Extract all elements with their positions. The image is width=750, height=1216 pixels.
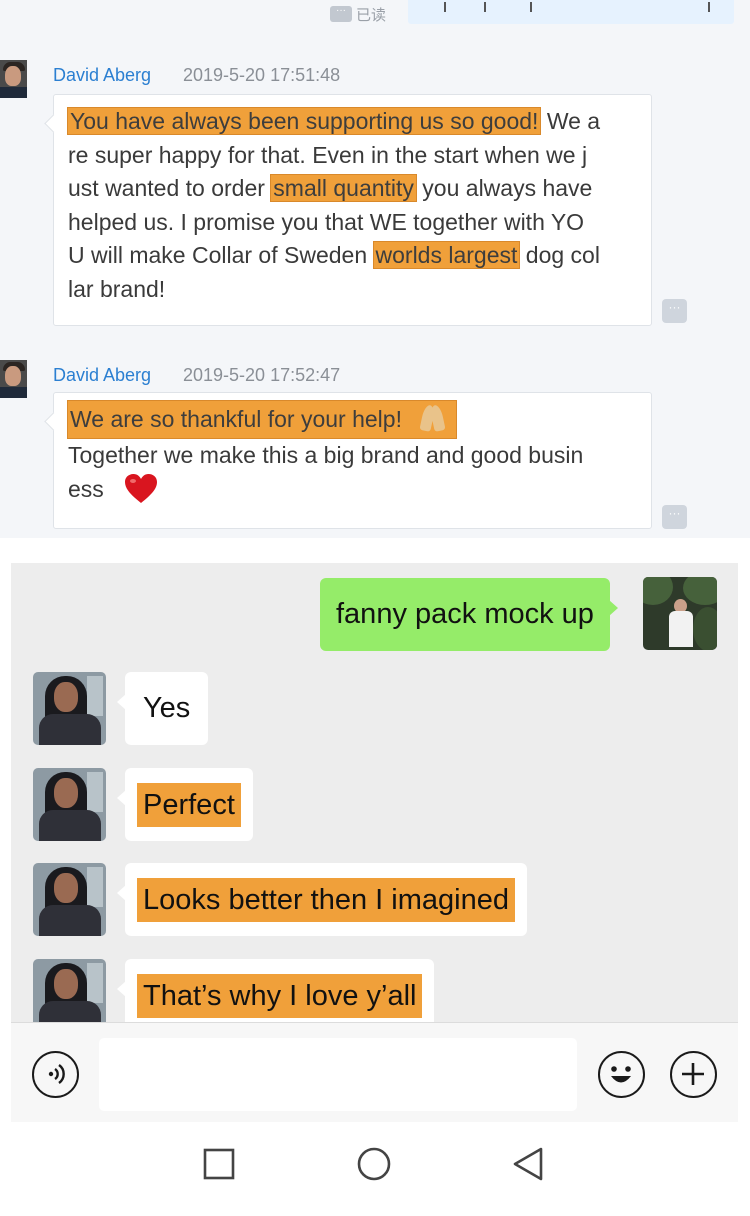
avatar[interactable]: [0, 360, 27, 398]
plus-icon[interactable]: [670, 1051, 717, 1098]
folded-hands-icon: [418, 404, 448, 433]
message-line: U will make Collar of Sweden worlds larg…: [68, 239, 637, 273]
message-line: We are so thankful for your help!: [66, 400, 637, 439]
avatar[interactable]: [0, 60, 27, 98]
incoming-message-bubble[interactable]: Perfect: [117, 768, 253, 841]
message-text: We are so thankful for your help!: [70, 406, 402, 432]
message-text: re super happy for that. Even in the sta…: [68, 141, 588, 168]
mobile-chat-screen: fanny pack mock up Yes Perfect Looks bet…: [11, 563, 738, 1205]
message-text: Looks better then I imagined: [137, 877, 515, 922]
outgoing-message-bubble[interactable]: fanny pack mock up: [320, 578, 618, 651]
message-text: fanny pack mock up: [336, 598, 594, 630]
sender-name[interactable]: David Aberg: [53, 365, 151, 386]
navigation-bar: [11, 1122, 738, 1205]
avatar[interactable]: [643, 577, 717, 650]
message-text: U will make Collar of Sweden: [68, 242, 374, 269]
back-icon[interactable]: [511, 1146, 545, 1182]
read-status-label: 已读: [356, 6, 387, 24]
message-line: lar brand!: [68, 273, 637, 307]
more-icon[interactable]: ···: [330, 6, 352, 22]
message-text: Perfect: [137, 782, 241, 827]
highlighted-text: small quantity: [270, 174, 417, 203]
message-text: Together we make this a big brand and go…: [68, 442, 584, 468]
voice-input-icon[interactable]: [32, 1051, 79, 1098]
message-text: You have always been supporting us so go…: [66, 105, 637, 307]
message-line: ust wanted to order small quantity you a…: [68, 172, 637, 206]
message-text: helped us. I promise you that WE togethe…: [68, 208, 585, 235]
read-status: ··· 已读: [330, 4, 386, 24]
message-text: ess: [68, 476, 104, 502]
avatar[interactable]: [33, 863, 106, 936]
message-more-button[interactable]: ···: [662, 299, 687, 323]
previous-message-strip: ··· 已读: [0, 0, 750, 26]
message-card: We are so thankful for your help! Togeth…: [53, 392, 652, 529]
message-line: ess: [68, 472, 637, 506]
highlighted-text: worlds largest: [372, 241, 521, 270]
previous-message-bubble: [408, 0, 734, 24]
timestamp: 2019-5-20 17:52:47: [183, 365, 341, 385]
message-text: lar brand!: [68, 275, 166, 302]
emoji-icon[interactable]: [598, 1051, 645, 1098]
highlighted-text: You have always been supporting us so go…: [66, 107, 542, 135]
message-line: helped us. I promise you that WE togethe…: [68, 206, 637, 240]
desktop-chat-panel: ··· 已读 David Aberg 2019-5-20 17:51:48 Yo…: [0, 0, 750, 538]
sender-name[interactable]: David Aberg: [53, 65, 151, 86]
message-more-button[interactable]: ···: [662, 505, 687, 529]
highlight: We are so thankful for your help!: [66, 400, 458, 439]
message-line: You have always been supporting us so go…: [66, 105, 637, 139]
home-icon[interactable]: [356, 1146, 392, 1182]
message-line: re super happy for that. Even in the sta…: [68, 139, 637, 173]
incoming-message-bubble[interactable]: Looks better then I imagined: [117, 863, 527, 936]
message-text: Yes: [143, 692, 191, 724]
avatar[interactable]: [33, 768, 106, 841]
message-text: you always have: [415, 175, 593, 202]
message-text: We a: [540, 108, 601, 134]
message-text: ust wanted to order: [68, 175, 272, 202]
avatar[interactable]: [33, 672, 106, 745]
message-text: dog col: [519, 242, 600, 269]
red-heart-icon: [125, 474, 158, 503]
input-bar: [11, 1022, 738, 1122]
message-card: You have always been supporting us so go…: [53, 94, 652, 326]
recent-apps-icon[interactable]: [203, 1148, 235, 1180]
incoming-message-bubble[interactable]: Yes: [116, 672, 209, 745]
message-input[interactable]: [99, 1038, 577, 1111]
message-text: That’s why I love y’all: [137, 973, 423, 1018]
timestamp: 2019-5-20 17:51:48: [183, 65, 341, 85]
